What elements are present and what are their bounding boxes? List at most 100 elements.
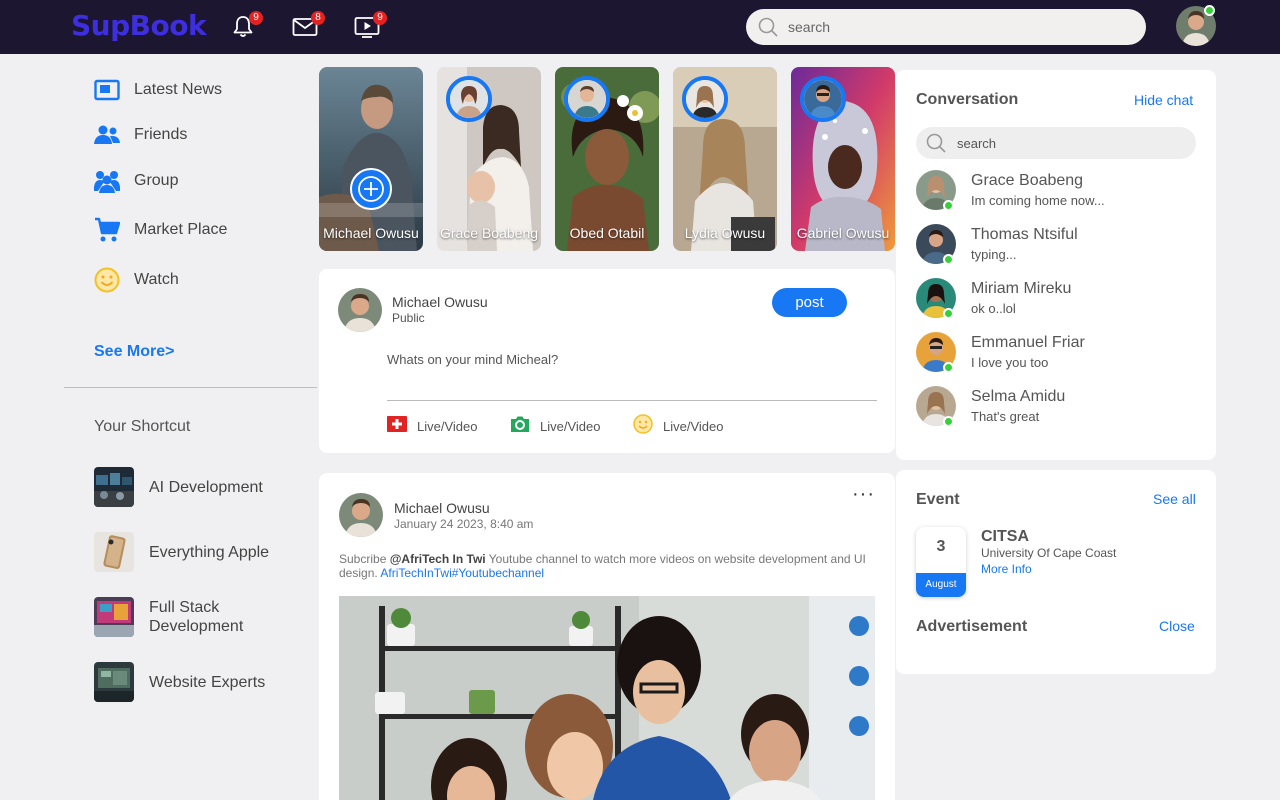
shortcut-label: AI Development <box>149 478 263 496</box>
notifications-button[interactable]: 9 <box>230 11 263 40</box>
shortcut-label: Everything Apple <box>149 543 270 561</box>
messages-button[interactable]: 8 <box>292 11 325 40</box>
feed-post-image[interactable] <box>339 596 875 800</box>
post-button[interactable]: post <box>772 288 847 317</box>
sidebar-item-label: Latest News <box>134 81 223 98</box>
conversation-search-input[interactable] <box>957 127 1177 159</box>
chat-row[interactable]: Emmanuel Friar I love you too <box>916 331 1196 373</box>
story-card[interactable]: Gabriel Owusu <box>791 67 895 251</box>
see-more-link[interactable]: See More> <box>94 343 174 361</box>
story-avatar <box>446 76 492 122</box>
story-card-create[interactable]: Michael Owusu <box>319 67 423 251</box>
create-post-input[interactable] <box>387 352 867 367</box>
story-name: Michael Owusu <box>323 225 419 241</box>
smiley-icon <box>94 267 120 293</box>
shortcut-label: Full Stack Development <box>149 599 244 635</box>
group-icon <box>94 168 120 194</box>
top-search-input[interactable] <box>788 9 1128 45</box>
story-avatar <box>682 76 728 122</box>
online-indicator <box>943 362 954 373</box>
search-icon <box>926 133 946 153</box>
photo-action[interactable]: Live/Video <box>510 414 600 439</box>
chat-message: I love you too <box>971 355 1049 370</box>
photo-camera-icon <box>510 414 530 439</box>
feed-post-avatar[interactable] <box>339 493 383 537</box>
create-post-user-name: Michael Owusu <box>392 294 488 310</box>
online-indicator <box>943 200 954 211</box>
story-name: Obed Otabil <box>569 225 645 241</box>
story-card[interactable]: Lydia Owusu <box>673 67 777 251</box>
sidebar-item-label: Market Place <box>134 221 228 238</box>
hide-chat-link[interactable]: Hide chat <box>1134 92 1193 108</box>
search-icon <box>758 17 778 37</box>
chat-name: Miriam Mireku <box>971 280 1072 297</box>
advertisement-title: Advertisement <box>916 618 1028 635</box>
videos-badge: 9 <box>373 11 387 25</box>
feed-post-date: January 24 2023, 8:40 am <box>394 517 534 531</box>
online-indicator <box>1204 5 1215 16</box>
sidebar-item-label: Friends <box>134 126 188 143</box>
smiley-icon <box>633 414 653 439</box>
chat-row[interactable]: Miriam Mireku ok o..lol <box>916 277 1196 319</box>
event-more-info-link[interactable]: More Info <box>981 562 1032 576</box>
friends-icon <box>94 122 120 148</box>
shortcut-heading: Your Shortcut <box>94 418 191 435</box>
shortcut-thumbnail <box>94 467 134 507</box>
create-post-divider <box>387 400 877 401</box>
chat-message: typing... <box>971 247 1017 262</box>
sidebar-item-friends[interactable]: Friends <box>94 122 187 148</box>
sidebar-item-label: Watch <box>134 271 179 288</box>
online-indicator <box>943 308 954 319</box>
sidebar-item-watch[interactable]: Watch <box>94 267 179 293</box>
shortcut-thumbnail <box>94 532 134 572</box>
news-icon <box>94 77 120 103</box>
event-month: August <box>916 573 966 597</box>
sidebar-item-market-place[interactable]: Market Place <box>94 217 227 243</box>
story-avatar <box>564 76 610 122</box>
feed-post-user-name[interactable]: Michael Owusu <box>394 500 490 516</box>
shortcut-full-stack-development[interactable]: Full Stack Development <box>94 597 269 637</box>
add-story-button[interactable] <box>350 168 392 210</box>
chat-name: Grace Boabeng <box>971 172 1084 189</box>
shortcut-everything-apple[interactable]: Everything Apple <box>94 532 269 572</box>
chat-row[interactable]: Selma Amidu That's great <box>916 385 1196 427</box>
chat-row[interactable]: Thomas Ntsiful typing... <box>916 223 1196 265</box>
create-post-avatar <box>338 288 382 332</box>
action-label: Live/Video <box>417 419 478 434</box>
feed-post-text: Subcribe @AfriTech In Twi Youtube channe… <box>339 552 866 580</box>
chat-message: ok o..lol <box>971 301 1016 316</box>
chat-message: That's great <box>971 409 1040 424</box>
top-search-bar <box>746 9 1146 45</box>
see-all-link[interactable]: See all <box>1153 491 1196 507</box>
live-video-action[interactable]: Live/Video <box>387 414 477 439</box>
event-title: Event <box>916 491 960 508</box>
chat-name: Thomas Ntsiful <box>971 226 1078 243</box>
shortcut-website-experts[interactable]: Website Experts <box>94 662 265 702</box>
videos-button[interactable]: 9 <box>354 11 387 40</box>
cart-icon <box>94 217 120 243</box>
chat-name: Emmanuel Friar <box>971 334 1085 351</box>
shortcut-thumbnail <box>94 597 134 637</box>
online-indicator <box>943 416 954 427</box>
shortcut-ai-development[interactable]: AI Development <box>94 467 263 507</box>
advertisement-close-link[interactable]: Close <box>1159 618 1195 634</box>
story-name: Lydia Owusu <box>684 225 766 241</box>
conversation-search-bar <box>916 127 1196 159</box>
app-logo[interactable]: SupBook <box>71 9 207 42</box>
sidebar-divider <box>64 387 317 388</box>
feeling-action[interactable]: Live/Video <box>633 414 723 439</box>
sidebar-item-latest-news[interactable]: Latest News <box>94 77 222 103</box>
event-name: CITSA <box>981 528 1029 545</box>
more-options-icon[interactable]: ··· <box>852 484 878 504</box>
chat-row[interactable]: Grace Boabeng Im coming home now... <box>916 169 1196 211</box>
feed-post-hashtag-link[interactable]: AfriTechInTwi#Youtubechannel <box>380 566 544 580</box>
chat-message: Im coming home now... <box>971 193 1105 208</box>
chat-name: Selma Amidu <box>971 388 1066 405</box>
sidebar-item-group[interactable]: Group <box>94 168 178 194</box>
story-name: Gabriel Owusu <box>796 225 890 241</box>
story-card[interactable]: Grace Boabeng <box>437 67 541 251</box>
shortcut-thumbnail <box>94 662 134 702</box>
action-label: Live/Video <box>540 419 601 434</box>
feed-post-handle: @AfriTech In Twi <box>389 552 486 566</box>
story-card[interactable]: Obed Otabil <box>555 67 659 251</box>
